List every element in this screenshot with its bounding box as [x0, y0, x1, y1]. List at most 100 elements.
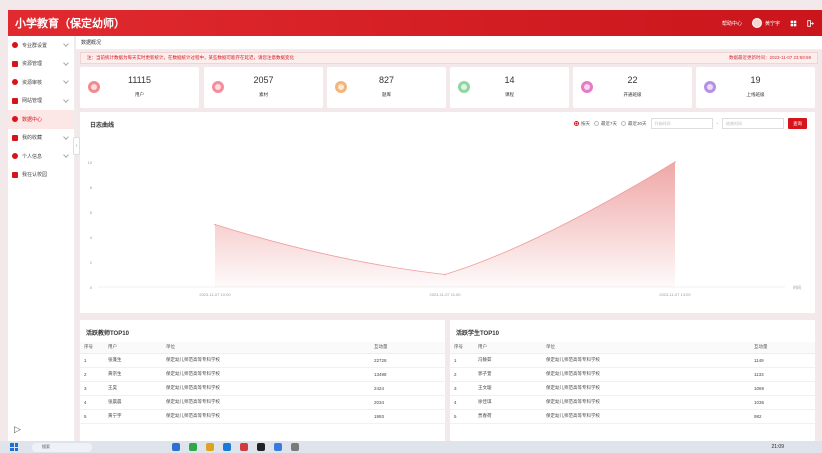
table-row: 4 徐佳琪 保定幼儿师范高等专科学校 1036 — [450, 395, 815, 410]
sidebar-item[interactable]: 专业群设置 — [8, 36, 74, 55]
sidebar-item[interactable]: 我在认校园 — [8, 166, 74, 185]
table-row: 5 黄宁宇 保定幼儿师范高等专科学校 1993 — [80, 409, 445, 424]
notice-text: 注：当前统计数据为每天实时更新统计，在数据统计过程中，某些数据可能存在延迟，请您… — [87, 55, 294, 60]
table-row: 3 王文璇 保定幼儿师范高等专科学校 1069 — [450, 381, 815, 396]
sidebar-item-label: 专业群设置 — [22, 42, 48, 49]
chevron-down-icon — [63, 59, 69, 66]
row-user: 冯静茹 — [478, 353, 546, 368]
row-index: 2 — [80, 367, 108, 382]
row-interactions: 1036 — [754, 395, 815, 410]
sidebar-collapse-handle[interactable]: ‹ — [73, 137, 80, 155]
row-interactions: 1149 — [754, 353, 815, 368]
table-row: 3 王昊 保定幼儿师范高等专科学校 2424 — [80, 381, 445, 396]
start-date-input[interactable]: 开始时间 — [650, 118, 713, 129]
filter-last-7-days[interactable]: 最近7天 — [593, 121, 617, 127]
logout-icon[interactable] — [807, 19, 814, 27]
col-unit: 单位 — [546, 342, 754, 354]
taskbar-app-icon[interactable] — [291, 443, 299, 451]
expand-sidebar-icon[interactable]: ▷ — [14, 424, 21, 435]
y-tick-label: 2 — [90, 260, 93, 265]
row-index: 4 — [450, 395, 478, 410]
stat-card: 2057 素材 — [204, 67, 323, 108]
row-index: 1 — [450, 353, 478, 368]
students-title: 活跃学生TOP10 — [456, 331, 499, 337]
stat-card: 22 开通班级 — [573, 67, 692, 108]
stat-value: 14 — [504, 75, 515, 85]
taskbar-app-icon[interactable] — [206, 443, 214, 451]
row-interactions: 2424 — [374, 381, 445, 396]
windows-start-icon[interactable] — [10, 443, 18, 451]
stat-value: 11115 — [127, 75, 152, 85]
sidebar-item-label: 网站管理 — [22, 98, 43, 105]
row-unit: 保定幼儿师范高等专科学校 — [166, 353, 374, 368]
taskbar-search[interactable]: 搜索 — [32, 442, 92, 452]
sidebar-item[interactable]: 资源审核 — [8, 73, 74, 92]
chevron-down-icon — [63, 78, 69, 84]
x-axis-label: 时间 — [793, 284, 801, 290]
row-unit: 保定幼儿师范高等专科学校 — [546, 353, 754, 368]
taskbar-app-icon[interactable] — [172, 443, 180, 451]
row-interactions: 982 — [754, 409, 815, 424]
update-time: 数据最近更新时间：2023-11-07 23:59:59 — [729, 55, 811, 60]
end-date-input[interactable]: 结束时间 — [722, 118, 784, 129]
row-unit: 保定幼儿师范高等专科学校 — [166, 409, 374, 424]
col-index: 序号 — [450, 342, 478, 354]
row-interactions: 2034 — [374, 395, 445, 410]
stat-label: 上线班级 — [746, 92, 765, 97]
row-unit: 保定幼儿师范高等专科学校 — [166, 395, 374, 410]
row-user: 黄宗生 — [108, 367, 166, 382]
filter-by-day[interactable]: 按天 — [573, 121, 590, 127]
stat-label: 素材 — [259, 92, 268, 97]
taskbar-app-icon[interactable] — [274, 443, 282, 451]
search-button[interactable]: 查询 — [788, 118, 807, 129]
stat-value: 827 — [378, 75, 395, 85]
table-row: 2 郭子萱 保定幼儿师范高等专科学校 1133 — [450, 367, 815, 382]
sidebar-item-label: 资源审核 — [22, 79, 43, 86]
row-index: 5 — [80, 409, 108, 424]
star-icon — [12, 134, 18, 141]
col-user: 用户 — [478, 342, 546, 354]
sidebar-item-label: 数据中心 — [22, 116, 43, 123]
taskbar-app-icon[interactable] — [223, 443, 231, 451]
tab-data-overview[interactable]: 数据概况 — [81, 39, 101, 46]
table-row: 4 张晨晨 保定幼儿师范高等专科学校 2034 — [80, 395, 445, 410]
sidebar-item[interactable]: 个人信息 — [8, 147, 74, 166]
data-point — [444, 273, 446, 276]
taskbar-app-icon[interactable] — [257, 443, 265, 451]
col-interactions: 互动量 — [754, 342, 815, 354]
stat-label: 用户 — [135, 92, 144, 97]
table-row: 5 贾春荷 保定幼儿师范高等专科学校 982 — [450, 409, 815, 424]
row-unit: 保定幼儿师范高等专科学校 — [166, 381, 374, 396]
row-index: 2 — [450, 367, 478, 382]
sidebar: 专业群设置资源管理资源审核网站管理数据中心我的收藏个人信息我在认校园 — [8, 36, 75, 441]
row-user: 徐佳琪 — [478, 395, 546, 410]
username: 黄宁宇 — [764, 20, 780, 27]
taskbar-app-icon[interactable] — [189, 443, 197, 451]
filter-last-30-days[interactable]: 最近30天 — [620, 121, 647, 127]
sidebar-item-label: 个人信息 — [22, 153, 43, 160]
row-unit: 保定幼儿师范高等专科学校 — [546, 409, 754, 424]
y-tick-label: 8 — [90, 185, 93, 190]
y-tick-label: 10 — [88, 160, 93, 165]
grid-icon[interactable] — [790, 20, 797, 27]
students-table: 序号 用户 单位 互动量 1 冯静茹 保定幼儿师范高等专科学校 1149 2 郭子萱 保定幼… — [450, 342, 815, 424]
x-tick-label: 2023-11-07 11:00 — [430, 292, 462, 297]
chevron-down-icon — [63, 152, 69, 158]
row-interactions: 1993 — [374, 409, 445, 424]
user-menu[interactable]: 黄宁宇 — [751, 18, 780, 28]
help-center-link[interactable]: 帮助中心 — [722, 20, 742, 27]
table-row: 1 冯静茹 保定幼儿师范高等专科学校 1149 — [450, 353, 815, 368]
top-header: 小学教育（保定幼师） 帮助中心 黄宁宇 — [8, 10, 822, 36]
sidebar-item[interactable]: 我的收藏 — [8, 129, 74, 148]
sidebar-item[interactable]: 网站管理 — [8, 92, 74, 111]
taskbar-app-icon[interactable] — [240, 443, 248, 451]
area-fill — [215, 162, 675, 287]
row-user: 王文璇 — [478, 381, 546, 396]
stat-value: 22 — [627, 75, 638, 85]
row-interactions: 22728 — [374, 353, 445, 368]
sidebar-item[interactable]: 数据中心 — [8, 110, 74, 129]
data-icon — [12, 116, 18, 123]
notice-bar: 注：当前统计数据为每天实时更新统计，在数据统计过程中，某些数据可能存在延迟，请您… — [80, 52, 818, 64]
chevron-down-icon — [63, 41, 69, 47]
sidebar-item[interactable]: 资源管理 — [8, 55, 74, 74]
